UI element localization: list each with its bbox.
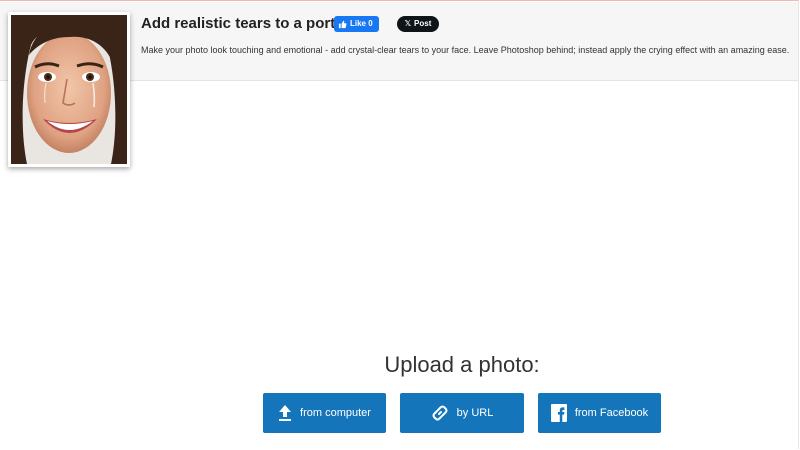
link-icon [432, 405, 448, 421]
thumbs-up-icon [338, 20, 347, 28]
upload-from-computer-label: from computer [300, 407, 371, 419]
x-post-label: Post [414, 19, 432, 28]
upload-from-computer-button[interactable]: from computer [263, 393, 386, 433]
portrait-image [11, 15, 127, 164]
x-logo-icon: 𝕏 [404, 19, 412, 28]
upload-by-url-button[interactable]: by URL [400, 393, 524, 433]
facebook-icon [550, 404, 567, 422]
upload-from-facebook-button[interactable]: from Facebook [538, 393, 661, 433]
facebook-like-label: Like 0 [350, 19, 373, 28]
x-post-button[interactable]: 𝕏 Post [397, 16, 439, 32]
upload-arrow-icon [279, 405, 292, 421]
upload-heading: Upload a photo: [384, 352, 540, 377]
effect-description: Make your photo look touching and emotio… [141, 45, 790, 55]
facebook-like-button[interactable]: Like 0 [334, 16, 379, 32]
upload-by-url-label: by URL [456, 407, 494, 419]
page-title: Add realistic tears to a portrait [141, 15, 359, 32]
effect-preview-thumbnail[interactable] [8, 12, 130, 167]
upload-from-facebook-label: from Facebook [574, 407, 649, 419]
